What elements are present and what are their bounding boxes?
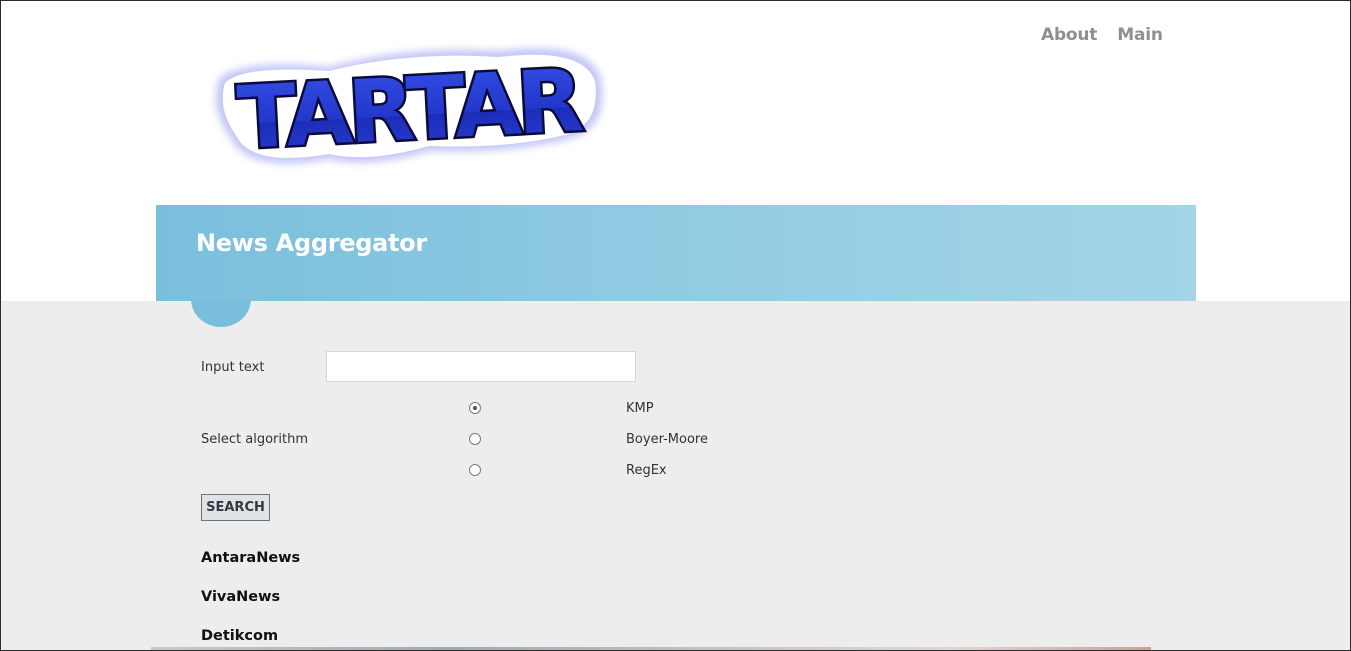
top-nav: About Main [1041, 25, 1163, 45]
search-button[interactable]: SEARCH [201, 494, 270, 521]
nav-link-about[interactable]: About [1041, 25, 1097, 45]
background-image-edge [151, 647, 1151, 650]
search-text-input[interactable] [326, 351, 636, 382]
browser-viewport: About Main TARTAR News Aggregator Input … [0, 0, 1351, 651]
tartar-logo: TARTAR [215, 48, 603, 171]
source-link-vivanews[interactable]: VivaNews [201, 589, 280, 605]
page-header-banner: News Aggregator [156, 205, 1196, 301]
radio-boyer-moore[interactable] [469, 433, 481, 445]
radio-regex[interactable] [469, 464, 481, 476]
source-link-antaranews[interactable]: AntaraNews [201, 550, 300, 566]
source-link-detikcom[interactable]: Detikcom [201, 628, 278, 644]
select-algorithm-label: Select algorithm [201, 432, 308, 447]
radio-label-regex: RegEx [626, 463, 667, 478]
logo-text: TARTAR [235, 51, 584, 169]
radio-kmp[interactable] [469, 402, 481, 414]
input-text-label: Input text [201, 360, 265, 375]
nav-link-main[interactable]: Main [1117, 25, 1163, 45]
page-title: News Aggregator [196, 229, 427, 257]
radio-label-boyer-moore: Boyer-Moore [626, 432, 708, 447]
radio-label-kmp: KMP [626, 401, 654, 416]
